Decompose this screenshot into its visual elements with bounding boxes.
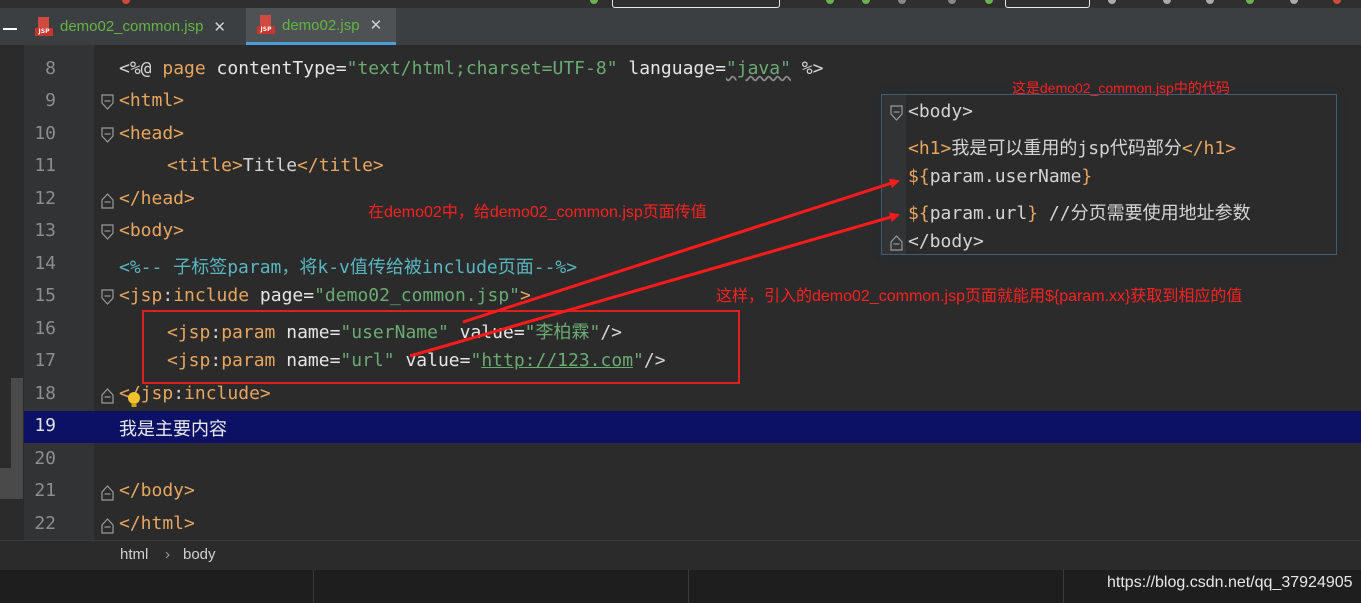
arrow-username — [462, 178, 900, 324]
breadcrumb-body[interactable]: body — [183, 546, 216, 563]
chevron-right-icon: › — [165, 546, 170, 563]
watermark: https://blog.csdn.net/qq_37924905 — [1107, 574, 1353, 591]
breadcrumb-html[interactable]: html — [120, 546, 148, 563]
arrow-url — [409, 212, 900, 358]
annotation-arrows — [409, 178, 900, 358]
